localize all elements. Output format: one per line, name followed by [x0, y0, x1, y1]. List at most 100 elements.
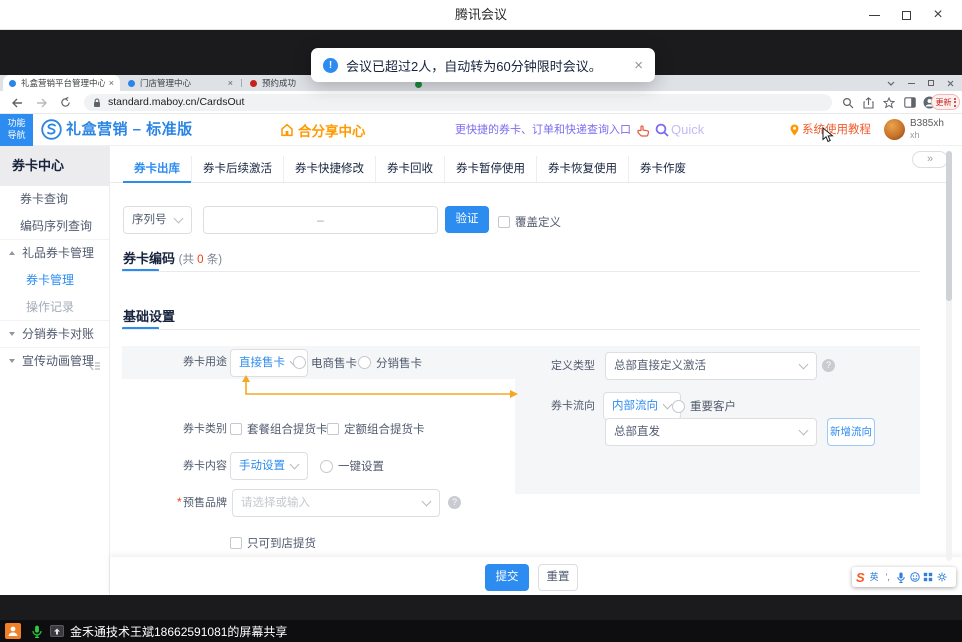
ime-settings-icon[interactable] — [937, 571, 947, 583]
sidebar-item-code-sequence-query[interactable]: 编码序列查询 — [0, 213, 109, 240]
tab-list-chevron-icon[interactable] — [887, 81, 895, 86]
sidebar-collapse-toggle[interactable] — [88, 359, 102, 373]
scrollbar-thumb[interactable] — [946, 151, 952, 301]
store-pickup-only-option[interactable]: 只可到店提货 — [230, 532, 316, 554]
side-panel-icon[interactable] — [903, 96, 917, 110]
share-icon[interactable] — [861, 96, 875, 110]
tab-favicon — [250, 80, 257, 87]
quick-entry-tip[interactable]: 更快捷的券卡、订单和快递查询入口 — [455, 114, 631, 146]
ime-toolbox-icon[interactable] — [923, 571, 933, 583]
minimize-button[interactable] — [858, 0, 890, 30]
browser-tab-store[interactable]: 门店管理中心 × — [122, 75, 239, 91]
share-center-icon — [280, 123, 294, 137]
browser-minimize-icon[interactable] — [908, 83, 915, 84]
zoom-icon[interactable] — [841, 96, 855, 110]
category-option-package[interactable]: 套餐组合提货卡 — [230, 418, 328, 440]
category-option-fixed[interactable]: 定额组合提货卡 — [327, 418, 425, 440]
triangle-up-icon — [9, 251, 15, 255]
tab-card-quick-edit[interactable]: 券卡快捷修改 — [283, 156, 375, 182]
quick-search-label[interactable]: Quick — [671, 114, 704, 146]
tab-card-activate[interactable]: 券卡后续激活 — [191, 156, 283, 182]
close-button[interactable]: × — [922, 0, 954, 30]
add-flow-button[interactable]: 新增流向 — [827, 418, 875, 446]
user-avatar[interactable] — [884, 119, 905, 140]
bookmark-star-icon[interactable] — [882, 96, 896, 110]
browser-update-badge[interactable]: 更新 — [931, 94, 960, 110]
sidebar-group-label: 礼品券卡管理 — [22, 246, 94, 260]
help-icon[interactable]: ? — [822, 359, 835, 372]
menu-dots-icon[interactable] — [954, 98, 956, 107]
flow-select[interactable]: 总部直发 — [605, 418, 817, 446]
radio-off-icon — [672, 400, 685, 413]
ime-logo[interactable]: S — [856, 571, 865, 584]
tutorial-link[interactable]: 系统使用教程 — [802, 114, 871, 146]
triangle-down-icon — [9, 332, 15, 336]
tab-favicon — [9, 80, 16, 87]
radio-off-icon — [293, 356, 306, 369]
option-label: 分销售卡 — [376, 355, 422, 371]
checkbox-icon — [230, 537, 242, 549]
checkbox-icon — [327, 423, 339, 435]
shared-screen: 礼盒营销平台管理中心 × 门店管理中心 × 预约成功 — [0, 30, 962, 620]
sidebar-item-operation-log[interactable]: 操作记录 — [0, 294, 109, 321]
submit-button[interactable]: 提交 — [485, 564, 529, 591]
back-icon[interactable] — [10, 96, 24, 110]
serial-range-input[interactable]: – — [203, 206, 438, 234]
flow-option-vip[interactable]: 重要客户 — [672, 392, 736, 420]
browser-tab-marketing[interactable]: 礼盒营销平台管理中心 × — [3, 75, 120, 91]
share-center-link[interactable]: 合分享中心 — [280, 114, 366, 146]
forward-icon[interactable] — [34, 96, 48, 110]
ime-mic-icon[interactable] — [896, 571, 906, 583]
presale-brand-label: 预售品牌 — [140, 489, 227, 517]
reload-icon[interactable] — [58, 96, 72, 110]
address-bar[interactable]: standard.maboy.cn/CardsOut — [84, 94, 832, 111]
option-label: 重要客户 — [690, 398, 736, 414]
verify-button[interactable]: 验证 — [445, 206, 489, 233]
update-label: 更新 — [936, 97, 952, 108]
function-nav-toggle[interactable]: 功能 导航 — [0, 114, 33, 146]
presale-brand-select[interactable]: 请选择或输入 — [232, 489, 440, 517]
definition-type-select[interactable]: 总部直接定义激活 — [605, 352, 817, 380]
browser-close-icon[interactable] — [947, 80, 954, 87]
flow-option-internal[interactable]: 内部流向 — [603, 392, 616, 420]
toast-close-icon[interactable]: × — [634, 58, 643, 73]
quick-search-icon[interactable] — [655, 123, 669, 137]
tab-close-icon[interactable]: × — [109, 78, 114, 88]
mic-active-icon[interactable] — [32, 625, 42, 638]
ime-punctuation-toggle[interactable]: ', — [883, 571, 893, 583]
option-label: 一键设置 — [338, 458, 384, 474]
content-option-onekey[interactable]: 一键设置 — [320, 455, 384, 477]
tab-card-suspend[interactable]: 券卡暂停使用 — [444, 156, 536, 182]
share-center-label: 合分享中心 — [298, 120, 366, 140]
sidebar-item-card-mgmt[interactable]: 券卡管理 — [0, 267, 109, 294]
sidebar-group-gift-card-mgmt[interactable]: 礼品券卡管理 — [0, 240, 109, 267]
tutorial-pin-icon — [790, 124, 799, 136]
ime-lang-toggle[interactable]: 英 — [869, 571, 879, 583]
sidebar-group-distribution-reconcile[interactable]: 分销券卡对账 — [0, 321, 109, 348]
help-icon[interactable]: ? — [448, 496, 461, 509]
meeting-toast: ! 会议已超过2人，自动转为60分钟限时会议。 × — [311, 48, 655, 82]
option-label: 手动设置 — [230, 452, 308, 480]
divider — [122, 271, 920, 272]
maximize-icon — [902, 11, 911, 20]
ime-emoji-icon[interactable] — [910, 571, 920, 583]
option-label: 只可到店提货 — [247, 535, 316, 551]
reset-button[interactable]: 重置 — [538, 564, 578, 591]
presale-brand-placeholder: 请选择或输入 — [241, 497, 310, 509]
sidebar-item-card-query[interactable]: 券卡查询 — [0, 186, 109, 213]
tab-card-resume[interactable]: 券卡恢复使用 — [536, 156, 628, 182]
content-option-manual[interactable]: 手动设置 — [230, 455, 243, 477]
browser-window-controls — [887, 75, 954, 91]
tab-card-outbound[interactable]: 券卡出库 — [123, 156, 191, 182]
tab-close-icon[interactable]: × — [228, 78, 233, 88]
maximize-button[interactable] — [890, 0, 922, 30]
browser-restore-icon[interactable] — [928, 80, 934, 86]
app-header: 功能 导航 礼盒营销 – 标准版 合分享中心 更快捷的券卡、订单和快递查询入口 — [0, 114, 962, 146]
tab-card-void[interactable]: 券卡作废 — [628, 156, 697, 182]
option-label: 套餐组合提货卡 — [247, 421, 328, 437]
serial-type-select[interactable]: 序列号 — [123, 206, 192, 234]
expand-pill[interactable]: » — [912, 151, 948, 168]
option-label: 定额组合提货卡 — [344, 421, 425, 437]
tab-card-recycle[interactable]: 券卡回收 — [375, 156, 444, 182]
override-checkbox-option[interactable]: 覆盖定义 — [498, 214, 561, 230]
